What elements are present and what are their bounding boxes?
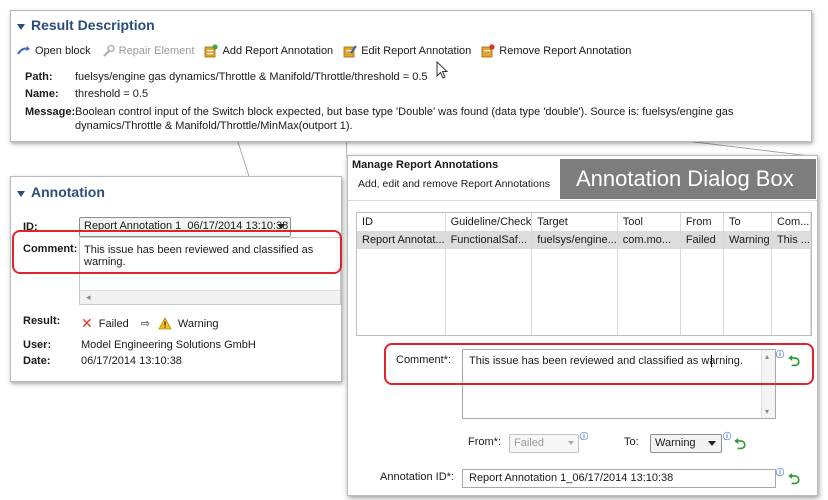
annotation-dialog-overlay: Annotation Dialog Box (560, 159, 816, 199)
col-from[interactable]: From (680, 213, 725, 231)
to-select-value: Warning (655, 437, 696, 449)
path-value: fuelsys/engine gas dynamics/Throttle & M… (75, 71, 428, 83)
path-label: Path: (25, 71, 53, 83)
result-transition: ✕ Failed ⇨ Warning (81, 315, 218, 332)
from-info-icon: ⓘ (580, 432, 588, 441)
dropdown-arrow-icon (708, 441, 716, 446)
to-select[interactable]: Warning (650, 434, 722, 453)
user-label: User: (23, 339, 52, 351)
cell-to: Warning (723, 231, 772, 249)
cell-target: fuelsys/engine... (531, 231, 618, 249)
annotations-table: ID Guideline/Check Target Tool From To C… (356, 212, 812, 336)
scroll-down-icon[interactable]: ▾ (765, 407, 769, 416)
message-label: Message: (25, 106, 76, 118)
date-value: 06/17/2014 13:10:38 (81, 355, 182, 367)
overlay-label: Annotation Dialog Box (576, 166, 794, 191)
col-tool[interactable]: Tool (617, 213, 681, 231)
to-info-icon: ⓘ (723, 432, 731, 441)
horizontal-scrollbar[interactable]: ◂ (80, 290, 340, 304)
col-id[interactable]: ID (357, 213, 446, 231)
annotation-panel: Annotation ID: Report Annotation 1_06/17… (10, 176, 342, 382)
edit-annotation-icon (343, 45, 358, 58)
from-select: Failed (509, 434, 579, 453)
mouse-cursor-icon (436, 61, 449, 79)
col-guideline[interactable]: Guideline/Check (445, 213, 533, 231)
comment-highlight-dialog (384, 343, 814, 385)
annotation-section-header[interactable]: Annotation (17, 184, 105, 200)
warning-icon (158, 317, 172, 330)
cell-from: Failed (680, 231, 725, 249)
result-warning: Warning (177, 317, 219, 330)
annotation-id-value: Report Annotation 1_06/17/2014 13:10:38 (469, 472, 674, 484)
annotation-id-info-icon: ⓘ (776, 468, 784, 477)
to-label: To: (624, 436, 639, 448)
annotation-id-apply-icon[interactable]: ⮌ (788, 469, 800, 494)
wrench-icon (102, 44, 115, 57)
cell-tool: com.mo... (617, 231, 681, 249)
date-label: Date: (23, 355, 51, 367)
result-description-panel: Result Description Open block Repair Ele… (10, 10, 812, 142)
annotation-id-label: Annotation ID*: (380, 471, 454, 483)
annotation-id-input[interactable]: Report Annotation 1_06/17/2014 13:10:38 (462, 469, 776, 488)
message-line-1: Boolean control input of the Switch bloc… (75, 106, 734, 118)
repair-element-button[interactable]: Repair Element (101, 44, 194, 58)
add-annotation-icon (205, 44, 219, 58)
result-section-header[interactable]: Result Description (17, 17, 155, 33)
cell-id: Report Annotat... (357, 231, 446, 249)
col-to[interactable]: To (723, 213, 772, 231)
cell-comment: This ... (771, 231, 811, 249)
annotation-title: Annotation (31, 184, 105, 200)
dropdown-arrow-icon (568, 441, 574, 445)
dropdown-arrow-icon (277, 224, 285, 229)
name-label: Name: (25, 88, 59, 100)
from-label: From*: (468, 436, 501, 448)
arrow-right-icon: ⇨ (140, 318, 150, 330)
table-header: ID Guideline/Check Target Tool From To C… (357, 213, 811, 231)
comment-highlight-left (12, 230, 342, 274)
open-block-button[interactable]: Open block (17, 45, 91, 57)
add-annotation-button[interactable]: Add Report Annotation (204, 44, 333, 58)
col-target[interactable]: Target (531, 213, 618, 231)
name-value: threshold = 0.5 (75, 88, 149, 100)
col-comment[interactable]: Com... (771, 213, 811, 231)
remove-annotation-button[interactable]: Remove Report Annotation (481, 44, 631, 58)
edit-annotation-button[interactable]: Edit Report Annotation (343, 44, 471, 58)
user-value: Model Engineering Solutions GmbH (81, 339, 256, 351)
cell-guideline: FunctionalSaf... (445, 231, 533, 249)
dialog-subtitle: Add, edit and remove Report Annotations (358, 178, 551, 190)
result-label: Result: (23, 315, 61, 327)
open-block-icon (17, 46, 30, 55)
collapse-icon (17, 24, 25, 31)
result-failed: Failed (98, 317, 129, 330)
from-select-value: Failed (514, 437, 544, 449)
from-to-apply-icon[interactable]: ⮌ (734, 434, 746, 459)
result-title: Result Description (31, 17, 155, 33)
collapse-icon (17, 191, 25, 198)
annotations-grid: ID Guideline/Check Target Tool From To C… (357, 213, 811, 335)
message-line-2: dynamics/Throttle & Manifold/Throttle/Mi… (75, 120, 353, 132)
remove-annotation-icon (481, 44, 495, 58)
manage-annotations-dialog: Manage Report Annotations Add, edit and … (347, 155, 818, 496)
result-toolbar: Open block Repair Element Add Report Ann… (17, 44, 641, 58)
table-row[interactable]: Report Annotat... FunctionalSaf... fuels… (357, 231, 811, 249)
failed-x-icon: ✕ (81, 315, 93, 331)
scroll-left-icon[interactable]: ◂ (86, 292, 91, 303)
dialog-title: Manage Report Annotations (352, 159, 499, 171)
